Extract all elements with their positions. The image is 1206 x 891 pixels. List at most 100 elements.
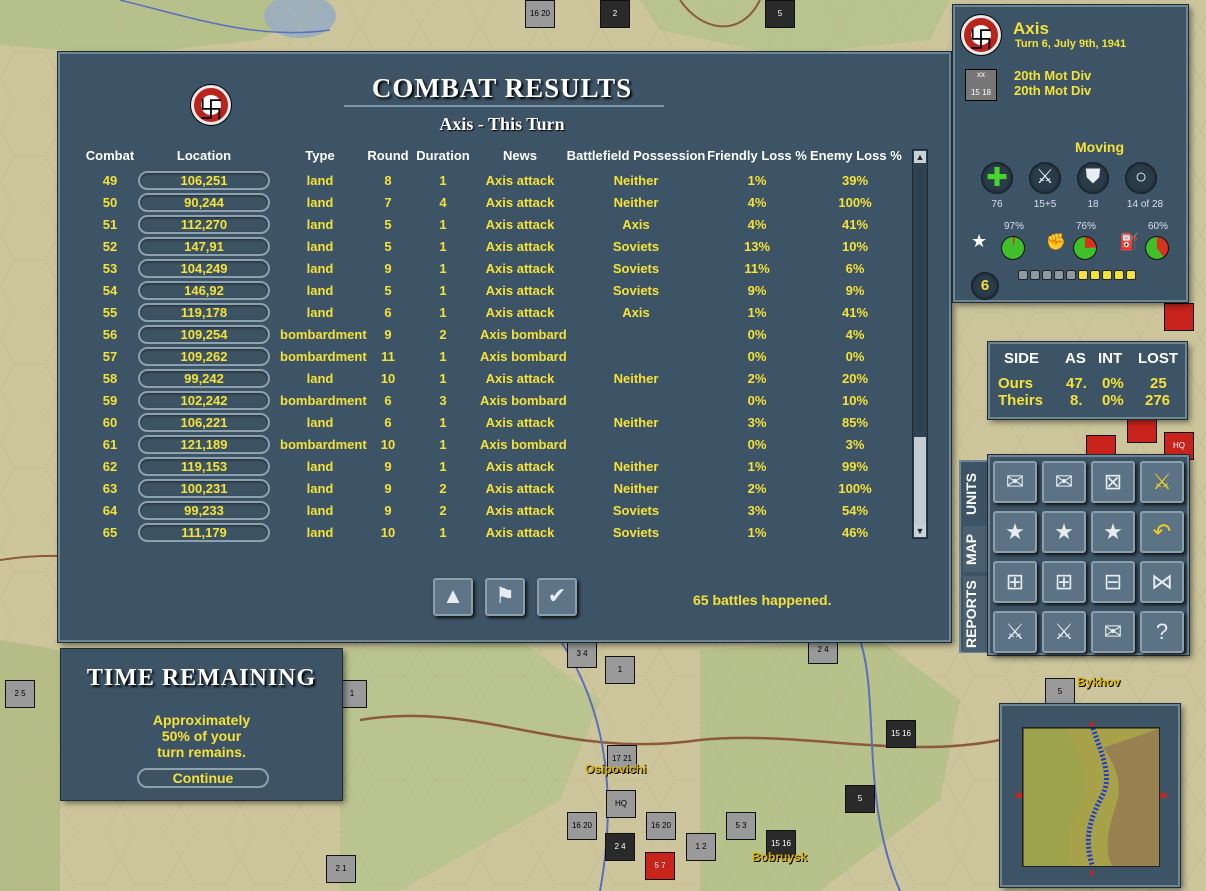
corps-button[interactable]: ⋈	[1140, 561, 1184, 603]
col-location[interactable]: Location	[164, 148, 244, 163]
unit-counter[interactable]: HQ	[606, 790, 636, 818]
cell-type: bombardment	[280, 349, 367, 364]
location-button[interactable]: 100,231	[138, 479, 270, 498]
undo-button[interactable]: ↶	[1140, 511, 1184, 553]
table-row[interactable]: 51 land 5 1 Axis attack Axis 4% 41% 112,270	[60, 214, 910, 236]
location-button[interactable]: 112,270	[138, 215, 270, 234]
location-button[interactable]: 147,91	[138, 237, 270, 256]
tab-reports[interactable]: REPORTS	[963, 576, 987, 652]
location-button[interactable]: 146,92	[138, 281, 270, 300]
scroll-up-icon[interactable]: ▲	[914, 151, 926, 163]
table-row[interactable]: 56 bombardment 9 2 Axis bombard 0% 4% 109,254	[60, 324, 910, 346]
location-button[interactable]: 106,221	[138, 413, 270, 432]
table-row[interactable]: 49 land 8 1 Axis attack Neither 1% 39% 106,251	[60, 170, 910, 192]
unit-counter[interactable]: 2 4	[605, 833, 635, 861]
plus-icon[interactable]: ✚	[981, 162, 1013, 194]
table-row[interactable]: 54 land 5 1 Axis attack Soviets 9% 9% 146,92	[60, 280, 910, 302]
table-row[interactable]: 63 land 9 2 Axis attack Neither 2% 100% 100,231	[60, 478, 910, 500]
location-button[interactable]: 111,179	[138, 523, 270, 542]
unit-counter[interactable]: 5 3	[726, 812, 756, 840]
scroll-down-icon[interactable]: ▼	[914, 525, 926, 537]
location-button[interactable]: 109,254	[138, 325, 270, 344]
cell-combat: 54	[102, 283, 118, 298]
flag-button[interactable]: ⚑	[485, 578, 525, 616]
table-row[interactable]: 65 land 10 1 Axis attack Soviets 1% 46% 111,179	[60, 522, 910, 544]
minimap[interactable]	[1022, 727, 1160, 867]
minimap-arrow-left-icon[interactable]: ◀	[1014, 790, 1022, 801]
col-possession[interactable]: Battlefield Possession	[565, 148, 707, 163]
next-unit-button[interactable]: ✉	[1042, 461, 1086, 503]
col-round[interactable]: Round	[366, 148, 410, 163]
col-enemy-loss[interactable]: Enemy Loss %	[810, 148, 902, 163]
table-row[interactable]: 50 land 7 4 Axis attack Neither 4% 100% 90,244	[60, 192, 910, 214]
location-button[interactable]: 119,178	[138, 303, 270, 322]
unit-counter[interactable]: 2	[600, 0, 630, 28]
org-chart-button[interactable]: ⊞	[993, 561, 1037, 603]
table-row[interactable]: 64 land 9 2 Axis attack Soviets 3% 54% 99,233	[60, 500, 910, 522]
unit-counter[interactable]: 16 20	[525, 0, 555, 28]
results-scrollbar[interactable]: ▲ ▼	[912, 149, 928, 539]
table-row[interactable]: 53 land 9 1 Axis attack Soviets 11% 6% 104,249	[60, 258, 910, 280]
messages-button[interactable]: ✉	[1091, 611, 1135, 653]
unit-counter[interactable]: 5 7	[645, 852, 675, 880]
table-row[interactable]: 60 land 6 1 Axis attack Neither 3% 85% 106,221	[60, 412, 910, 434]
unit-counter[interactable]: 1	[605, 656, 635, 684]
unit-counter[interactable]: 2 5	[5, 680, 35, 708]
continue-button[interactable]: Continue	[137, 768, 269, 788]
table-row[interactable]: 55 land 6 1 Axis attack Axis 1% 41% 119,178	[60, 302, 910, 324]
crossed-swords-icon[interactable]: ⚔	[1029, 162, 1061, 194]
leader-button[interactable]: ★	[1091, 511, 1135, 553]
col-combat[interactable]: Combat	[80, 148, 140, 163]
unit-counter[interactable]: 5	[765, 0, 795, 28]
table-row[interactable]: 61 bombardment 10 1 Axis bombard 0% 3% 121,189	[60, 434, 910, 456]
location-button[interactable]: 119,153	[138, 457, 270, 476]
location-button[interactable]: 109,262	[138, 347, 270, 366]
unit-counter[interactable]: 2 1	[326, 855, 356, 883]
tab-units[interactable]: UNITS	[963, 466, 987, 522]
scroll-thumb[interactable]	[914, 437, 926, 525]
hq-button[interactable]: ⊠	[1091, 461, 1135, 503]
selected-unit-counter[interactable]: xx 15 18	[965, 69, 997, 101]
help-button[interactable]: ?	[1140, 611, 1184, 653]
circle-icon[interactable]: ○	[1125, 162, 1157, 194]
shield-icon[interactable]: ⛊	[1077, 162, 1109, 194]
rest-button[interactable]: ⚔	[1042, 611, 1086, 653]
combat-button[interactable]: ⚔	[1140, 461, 1184, 503]
unit-counter[interactable]: 1 2	[686, 833, 716, 861]
unit-counter[interactable]: 16 20	[567, 812, 597, 840]
unit-counter[interactable]: 3 4	[567, 640, 597, 668]
next-leader-button[interactable]: ★	[1042, 511, 1086, 553]
table-row[interactable]: 59 bombardment 6 3 Axis bombard 0% 10% 102,242	[60, 390, 910, 412]
tab-map[interactable]: MAP	[963, 526, 987, 572]
prev-unit-button[interactable]: ✉	[993, 461, 1037, 503]
unit-counter[interactable]: 5	[1045, 678, 1075, 706]
table-row[interactable]: 57 bombardment 11 1 Axis bombard 0% 0% 109,262	[60, 346, 910, 368]
col-news[interactable]: News	[480, 148, 560, 163]
col-friendly-loss[interactable]: Friendly Loss %	[706, 148, 808, 163]
location-button[interactable]: 121,189	[138, 435, 270, 454]
col-duration[interactable]: Duration	[410, 148, 476, 163]
location-button[interactable]: 104,249	[138, 259, 270, 278]
col-type[interactable]: Type	[280, 148, 360, 163]
unit-counter[interactable]	[1164, 303, 1194, 331]
unit-counter[interactable]: 15 16	[886, 720, 916, 748]
location-button[interactable]: 99,233	[138, 501, 270, 520]
location-button[interactable]: 106,251	[138, 171, 270, 190]
scroll-top-button[interactable]: ▲	[433, 578, 473, 616]
location-button[interactable]: 99,242	[138, 369, 270, 388]
location-button[interactable]: 102,242	[138, 391, 270, 410]
table-row[interactable]: 58 land 10 1 Axis attack Neither 2% 20% 99,242	[60, 368, 910, 390]
reserve-button[interactable]: ⊟	[1091, 561, 1135, 603]
table-row[interactable]: 52 land 5 1 Axis attack Soviets 13% 10% 147,91	[60, 236, 910, 258]
unit-counter[interactable]	[1127, 415, 1157, 443]
minimap-arrow-down-icon[interactable]: ▼	[1087, 869, 1097, 880]
hierarchy-button[interactable]: ⊞	[1042, 561, 1086, 603]
unit-counter[interactable]: 16 20	[646, 812, 676, 840]
minimap-arrow-right-icon[interactable]: ▶	[1161, 790, 1169, 801]
table-row[interactable]: 62 land 9 1 Axis attack Neither 1% 99% 119,153	[60, 456, 910, 478]
prev-leader-button[interactable]: ★	[993, 511, 1037, 553]
disband-button[interactable]: ⚔	[993, 611, 1037, 653]
location-button[interactable]: 90,244	[138, 193, 270, 212]
confirm-button[interactable]: ✔	[537, 578, 577, 616]
unit-counter[interactable]: 5	[845, 785, 875, 813]
